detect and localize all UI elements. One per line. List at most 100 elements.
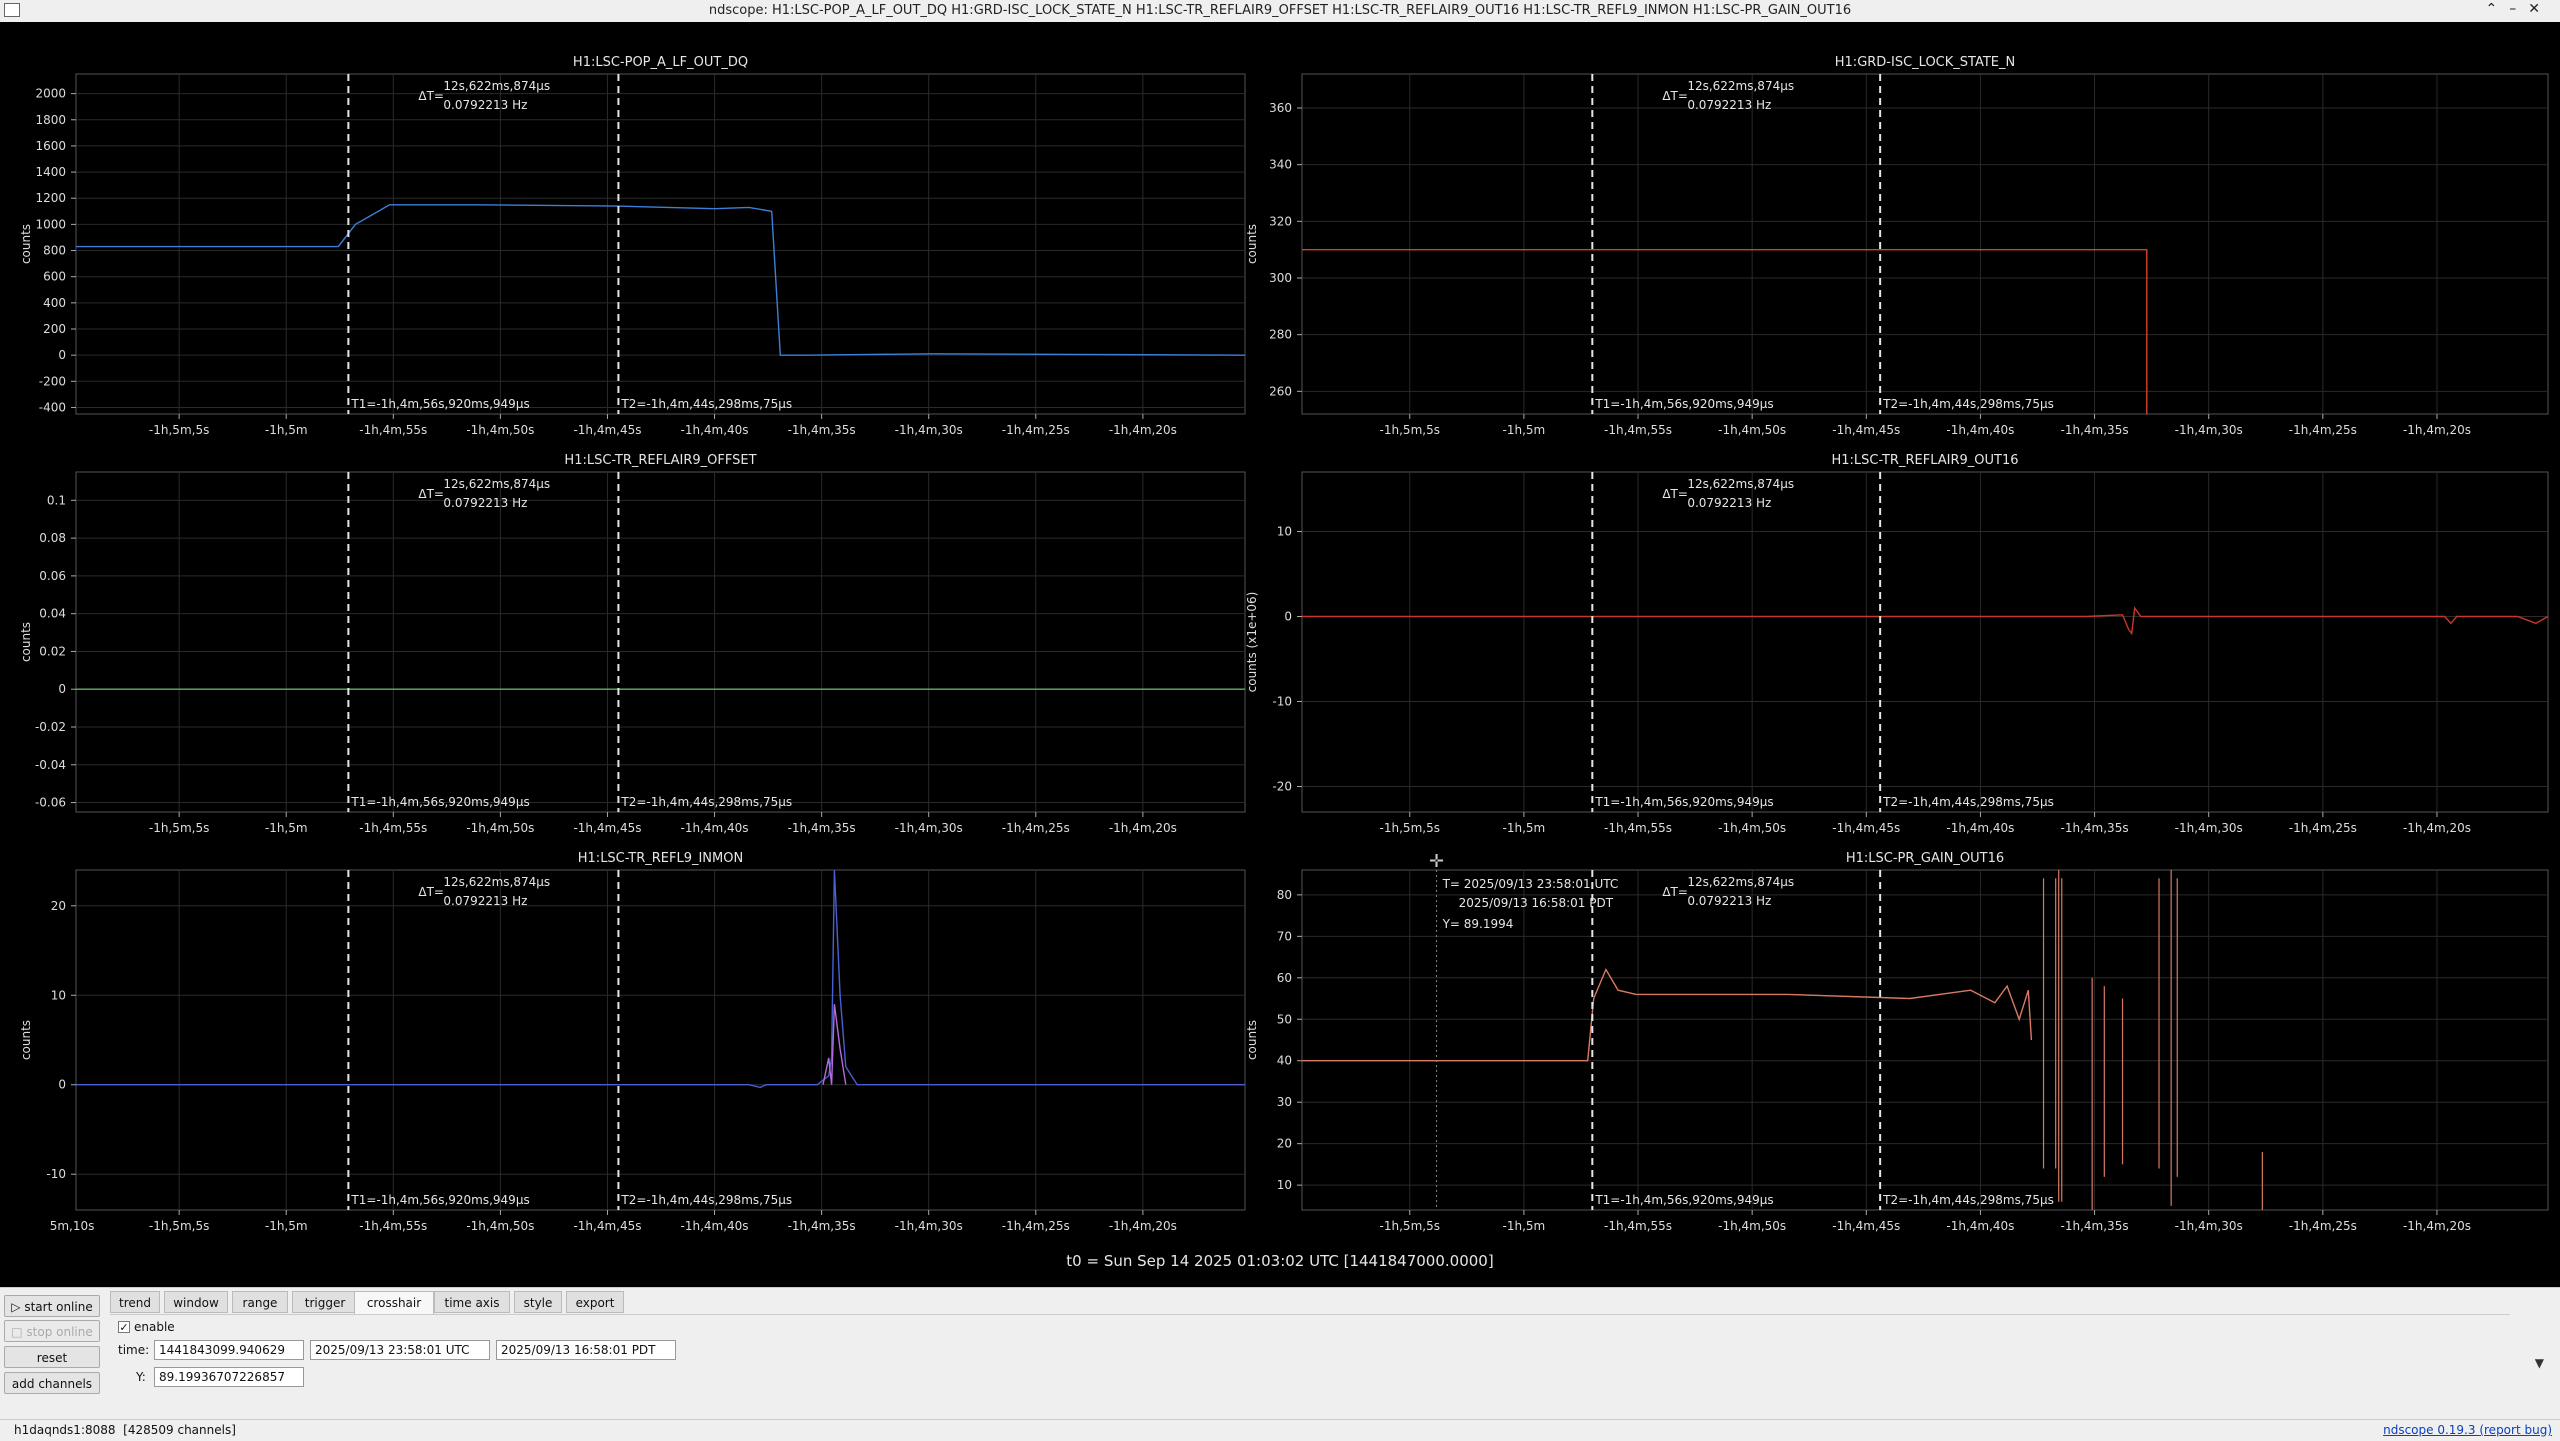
time-pdt-field[interactable]: 2025/09/13 16:58:01 PDT	[496, 1340, 676, 1360]
y-tick-label: 2000	[35, 87, 66, 101]
time-utc-field[interactable]: 2025/09/13 23:58:01 UTC	[310, 1340, 490, 1360]
x-tick-label: -1h,4m,50s	[1718, 1219, 1786, 1233]
plot-frame	[1301, 73, 2549, 415]
y-tick-label: 70	[1277, 929, 1292, 943]
report-bug-link[interactable]: (report bug)	[2479, 1423, 2552, 1437]
y-tick-label: 0.04	[39, 607, 66, 621]
delta-t-value: 12s,622ms,874μs	[1687, 79, 1794, 93]
x-tick-label: -1h,4m,35s	[788, 1219, 856, 1233]
tab-range[interactable]: range	[232, 1291, 288, 1313]
window-controls: ⌃–✕	[2486, 1, 2552, 17]
delta-t-label: ΔT=	[1662, 89, 1688, 103]
y-tick-label: 80	[1277, 888, 1292, 902]
y-tick-label: 400	[43, 296, 66, 310]
x-tick-label: -1h,4m,40s	[1946, 821, 2014, 835]
x-tick-label: -1h,4m,55s	[359, 423, 427, 437]
t1-cursor-label: T1=-1h,4m,56s,920ms,949μs	[1594, 397, 1773, 411]
tab-style[interactable]: style	[514, 1291, 562, 1313]
y-axis-label: counts (x1e+06)	[1245, 592, 1259, 693]
y-tick-label: 0	[58, 1078, 66, 1092]
expand-panel-icon[interactable]: ▼	[2535, 1356, 2544, 1370]
enable-checkbox[interactable]: ✓	[118, 1321, 130, 1333]
plot-frame	[75, 471, 1246, 813]
delta-t-value: 12s,622ms,874μs	[443, 875, 550, 889]
delta-f-value: 0.0792213 Hz	[443, 894, 527, 908]
y-tick-label: 0	[1284, 610, 1292, 624]
status-bar: h1daqnds1:8088 [428509 channels] ndscope…	[0, 1419, 2560, 1441]
time-gps-field[interactable]: 1441843099.940629	[154, 1340, 304, 1360]
tab-time-axis[interactable]: time axis	[434, 1291, 510, 1313]
delta-t-value: 12s,622ms,874μs	[443, 477, 550, 491]
delta-t-label: ΔT=	[418, 487, 444, 501]
delta-f-value: 0.0792213 Hz	[1687, 98, 1771, 112]
y-tick-label: 1200	[35, 191, 66, 205]
t2-cursor-label: T2=-1h,4m,44s,298ms,75μs	[1882, 397, 2054, 411]
y-tick-label: 0	[58, 348, 66, 362]
version-links: ndscope 0.19.3 (report bug)	[2383, 1423, 2552, 1437]
maximize-icon[interactable]: –	[2509, 1, 2528, 17]
x-tick-label: -1h,4m,45s	[1832, 423, 1900, 437]
t2-cursor-label: T2=-1h,4m,44s,298ms,75μs	[1882, 1193, 2054, 1207]
server-status: h1daqnds1:8088 [428509 channels]	[14, 1423, 236, 1437]
plot-panel: H1:LSC-TR_REFLAIR9_OFFSETcounts -0.06 -0.0…	[19, 453, 1246, 835]
x-tick-label: -1h,4m,45s	[1832, 821, 1900, 835]
y-tick-label: 0.08	[39, 531, 66, 545]
y-tick-label: 300	[1269, 271, 1292, 285]
t1-cursor-label: T1=-1h,4m,56s,920ms,949μs	[350, 795, 529, 809]
x-tick-label: -1h,4m,45s	[1832, 1219, 1900, 1233]
y-tick-label: 320	[1269, 214, 1292, 228]
x-tick-label: -1h,4m,25s	[2289, 423, 2357, 437]
tab-trigger[interactable]: trigger	[292, 1291, 358, 1313]
t1-cursor-label: T1=-1h,4m,56s,920ms,949μs	[350, 397, 529, 411]
close-icon[interactable]: ✕	[2528, 1, 2552, 17]
tab-trend[interactable]: trend	[110, 1291, 160, 1313]
x-tick-label: -1h,4m,25s	[2289, 821, 2357, 835]
x-tick-label: -1h,4m,55s	[1604, 423, 1672, 437]
x-tick-label: -1h,4m,50s	[466, 423, 534, 437]
tab-crosshair[interactable]: crosshair	[354, 1291, 434, 1315]
stop-online-label: stop online	[26, 1325, 93, 1339]
time-label: time:	[118, 1343, 150, 1357]
y-tick-label: 1600	[35, 139, 66, 153]
add-channels-button[interactable]: add channels	[4, 1372, 100, 1394]
x-tick-label: -1h,4m,20s	[1109, 821, 1177, 835]
version-link[interactable]: ndscope 0.19.3	[2383, 1423, 2475, 1437]
x-tick-label: -1h,5m,5s	[149, 821, 209, 835]
y-tick-label: 20	[1277, 1137, 1292, 1151]
x-tick-label: -1h,4m,45s	[573, 423, 641, 437]
plot-frame	[75, 869, 1246, 1211]
delta-t-label: ΔT=	[418, 89, 444, 103]
t0-label: t0 = Sun Sep 14 2025 01:03:02 UTC [14418…	[1066, 1252, 1494, 1270]
x-tick-label: -1h,4m,40s	[681, 423, 749, 437]
control-panel: ▷ start online □ stop online reset add c…	[0, 1287, 2560, 1420]
x-tick-label: -1h,5m	[1503, 821, 1546, 835]
y-tick-label: 600	[43, 270, 66, 284]
delta-t-value: 12s,622ms,874μs	[443, 79, 550, 93]
plot-canvas[interactable]: H1:LSC-POP_A_LF_OUT_DQcounts-400-2000200…	[0, 22, 2560, 1252]
tab-window[interactable]: window	[164, 1291, 228, 1313]
y-value-field[interactable]: 89.19936707226857	[154, 1367, 304, 1387]
x-tick-label: -1h,4m,20s	[2403, 1219, 2471, 1233]
delta-t-value: 12s,622ms,874μs	[1687, 477, 1794, 491]
x-tick-label: -1h,4m,35s	[2061, 1219, 2129, 1233]
plot-frame	[75, 73, 1246, 415]
x-tick-label: -1h,4m,35s	[2061, 423, 2129, 437]
minimize-icon[interactable]: ⌃	[2486, 1, 2510, 17]
plot-title: H1:LSC-PR_GAIN_OUT16	[1846, 851, 2004, 866]
y-tick-label: 10	[1277, 525, 1292, 539]
delta-t-value: 12s,622ms,874μs	[1687, 875, 1794, 889]
delta-f-value: 0.0792213 Hz	[443, 496, 527, 510]
channel-count: [428509 channels]	[123, 1423, 236, 1437]
tab-export[interactable]: export	[566, 1291, 624, 1313]
x-tick-label: -1h,5m	[1503, 423, 1546, 437]
y-tick-label: 10	[1277, 1178, 1292, 1192]
start-online-button[interactable]: ▷ start online	[4, 1295, 100, 1317]
y-label: Y:	[136, 1370, 146, 1384]
x-tick-label: -1h,4m,20s	[2403, 821, 2471, 835]
play-icon: ▷	[11, 1300, 21, 1314]
y-tick-label: 340	[1269, 158, 1292, 172]
window-title: ndscope: H1:LSC-POP_A_LF_OUT_DQ H1:GRD-I…	[708, 3, 1852, 18]
plot-area[interactable]: H1:LSC-POP_A_LF_OUT_DQ counts -400 -200 0 200…	[0, 22, 2560, 1287]
stop-online-button[interactable]: □ stop online	[4, 1320, 100, 1342]
reset-button[interactable]: reset	[4, 1346, 100, 1368]
